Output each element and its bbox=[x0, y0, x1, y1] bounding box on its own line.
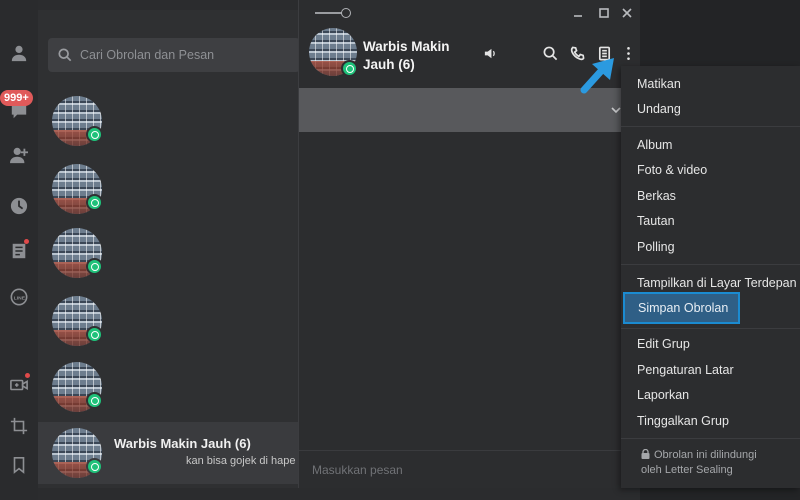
menu-item-report[interactable]: Laporkan bbox=[621, 383, 800, 407]
more-options-icon[interactable] bbox=[619, 44, 637, 62]
message-input-placeholder: Masukkan pesan bbox=[312, 463, 403, 477]
menu-item-background-settings[interactable]: Pengaturan Latar bbox=[621, 358, 800, 382]
search-input[interactable]: Cari Obrolan dan Pesan bbox=[48, 38, 300, 72]
group-icon bbox=[86, 258, 103, 275]
chat-options-menu: Matikan Undang Album Foto & video Berkas… bbox=[621, 66, 800, 488]
video-call-icon[interactable] bbox=[0, 370, 38, 400]
list-item[interactable] bbox=[38, 290, 300, 352]
annotation-arrow-icon bbox=[580, 58, 614, 94]
menu-divider bbox=[621, 328, 800, 329]
list-item-name: Warbis Makin Jauh (6) bbox=[114, 436, 251, 451]
message-input[interactable]: Masukkan pesan bbox=[299, 450, 641, 488]
menu-divider bbox=[621, 126, 800, 127]
search-icon bbox=[58, 48, 72, 62]
search-placeholder: Cari Obrolan dan Pesan bbox=[80, 48, 215, 62]
menu-divider bbox=[621, 264, 800, 265]
menu-item-photos-videos[interactable]: Foto & video bbox=[621, 158, 800, 182]
crop-icon[interactable] bbox=[0, 411, 38, 441]
letter-sealing-notice: Obrolan ini dilindungi oleh Letter Seali… bbox=[641, 448, 757, 478]
announcement-bar[interactable] bbox=[299, 88, 641, 132]
menu-divider bbox=[621, 438, 800, 439]
svg-text:LINE: LINE bbox=[14, 295, 26, 301]
person-icon[interactable] bbox=[0, 38, 38, 68]
timeline-icon[interactable] bbox=[0, 236, 38, 266]
menu-item-polls[interactable]: Polling bbox=[621, 235, 800, 259]
group-icon bbox=[86, 458, 103, 475]
line-icon[interactable]: LINE bbox=[0, 282, 38, 312]
add-friend-icon[interactable] bbox=[0, 140, 38, 170]
menu-item-save-chat[interactable]: Simpan Obrolan bbox=[623, 292, 740, 324]
menu-item-invite[interactable]: Undang bbox=[621, 97, 800, 121]
chat-list-panel: Cari Obrolan dan Pesan Warbis Makin Jauh… bbox=[38, 10, 300, 488]
speaker-icon[interactable] bbox=[481, 44, 499, 62]
group-icon bbox=[341, 60, 358, 77]
opacity-slider-handle[interactable] bbox=[341, 8, 351, 18]
window-titlebar bbox=[299, 0, 641, 26]
sealing-line-2: oleh Letter Sealing bbox=[641, 464, 733, 476]
chevron-down-icon[interactable] bbox=[611, 106, 621, 114]
menu-item-files[interactable]: Berkas bbox=[621, 184, 800, 208]
timeline-dot bbox=[24, 239, 29, 244]
chat-title[interactable]: Warbis Makin Jauh (6) bbox=[363, 38, 471, 74]
minimize-icon[interactable] bbox=[571, 6, 585, 20]
group-icon bbox=[86, 326, 103, 343]
group-icon bbox=[86, 392, 103, 409]
left-rail: 999+ LINE bbox=[0, 0, 38, 500]
bookmark-icon[interactable] bbox=[0, 450, 38, 480]
menu-item-album[interactable]: Album bbox=[621, 133, 800, 157]
list-item[interactable]: Warbis Makin Jauh (6) kan bisa gojek di … bbox=[38, 422, 300, 484]
menu-item-links[interactable]: Tautan bbox=[621, 209, 800, 233]
group-icon bbox=[86, 126, 103, 143]
sealing-line-1: Obrolan ini dilindungi bbox=[654, 449, 757, 461]
list-item[interactable] bbox=[38, 222, 300, 284]
clock-icon[interactable] bbox=[0, 191, 38, 221]
group-icon bbox=[86, 194, 103, 211]
list-item[interactable] bbox=[38, 90, 300, 152]
search-icon[interactable] bbox=[541, 44, 559, 62]
maximize-icon[interactable] bbox=[597, 6, 611, 20]
menu-item-mute[interactable]: Matikan bbox=[621, 72, 800, 96]
close-icon[interactable] bbox=[620, 6, 634, 20]
menu-item-edit-group[interactable]: Edit Grup bbox=[621, 332, 800, 356]
menu-item-leave-group[interactable]: Tinggalkan Grup bbox=[621, 409, 800, 433]
lock-icon bbox=[641, 448, 650, 459]
list-item[interactable] bbox=[38, 356, 300, 418]
video-call-dot bbox=[25, 373, 30, 378]
list-item[interactable] bbox=[38, 158, 300, 220]
list-item-preview: kan bisa gojek di hape l bbox=[186, 455, 298, 467]
unread-badge: 999+ bbox=[0, 90, 33, 106]
